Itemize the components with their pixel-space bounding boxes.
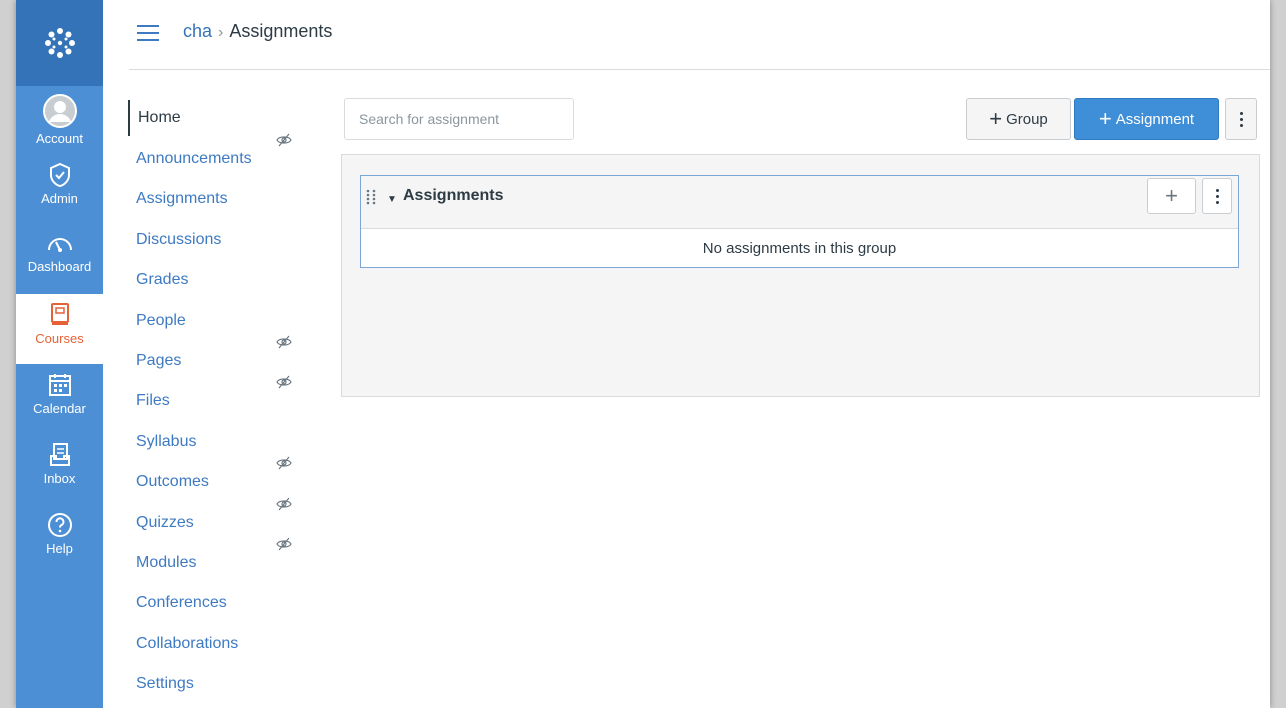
course-nav-syllabus[interactable]: Syllabus (128, 422, 328, 462)
course-nav-assignments[interactable]: Assignments (128, 179, 328, 219)
plus-icon: + (989, 106, 1003, 131)
add-assignment-label: Assignment (1115, 110, 1195, 128)
course-nav-label: Collaborations (136, 634, 239, 652)
group-settings-menu-button[interactable] (1202, 178, 1232, 214)
canvas-logo[interactable] (16, 0, 103, 86)
shield-icon (49, 162, 70, 188)
nav-account-label: Account (36, 131, 83, 146)
eye-slash-icon (276, 497, 292, 510)
nav-account[interactable]: Account (16, 86, 103, 154)
eye-slash-icon (276, 133, 292, 147)
course-nav-label: Quizzes (136, 513, 194, 531)
course-nav-label: Settings (136, 675, 194, 693)
canvas-logo-icon (44, 28, 75, 58)
nav-dashboard[interactable]: Dashboard (16, 224, 103, 294)
nav-calendar[interactable]: Calendar (16, 364, 103, 434)
course-nav-pages[interactable]: Pages (128, 335, 328, 381)
breadcrumb: cha › Assignments (183, 21, 332, 42)
global-nav: Account Admin Dashboard Courses Calendar… (16, 0, 103, 708)
search-input[interactable] (344, 98, 574, 140)
assignment-group-title: Assignments (403, 187, 504, 204)
nav-admin-label: Admin (41, 191, 78, 206)
course-nav-label: Syllabus (136, 432, 197, 450)
header-divider (129, 69, 1270, 70)
course-nav-collaborations[interactable]: Collaborations (128, 624, 328, 664)
nav-courses-label: Courses (35, 331, 84, 346)
course-nav-label: Outcomes (136, 473, 209, 491)
course-nav-label: Discussions (136, 230, 222, 248)
collapse-caret-icon[interactable]: ▼ (387, 194, 397, 205)
settings-menu-button[interactable] (1225, 98, 1257, 140)
calendar-icon (48, 374, 71, 396)
nav-inbox[interactable]: Inbox (16, 434, 103, 504)
nav-help-label: Help (46, 541, 73, 556)
add-assignment-button[interactable]: + Assignment (1074, 98, 1219, 140)
breadcrumb-separator: › (218, 24, 224, 41)
page-header: cha › Assignments (103, 0, 1270, 70)
avatar-icon (42, 94, 77, 128)
course-nav-discussions[interactable]: Discussions (128, 220, 328, 260)
course-nav-settings[interactable]: Settings (128, 664, 328, 704)
course-nav-people[interactable]: People (128, 301, 328, 341)
course-nav-label: People (136, 311, 186, 329)
breadcrumb-course-link[interactable]: cha (183, 21, 212, 41)
course-nav-grades[interactable]: Grades (128, 260, 328, 300)
empty-group-message: No assignments in this group (702, 240, 897, 257)
eye-slash-icon (276, 375, 292, 389)
course-nav-announcements[interactable]: Announcements (128, 133, 328, 179)
course-nav-label: Pages (136, 351, 182, 369)
book-icon (50, 303, 69, 325)
nav-inbox-label: Inbox (43, 471, 76, 486)
plus-icon: + (1098, 106, 1112, 131)
eye-slash-icon (276, 456, 292, 470)
nav-help[interactable]: Help (16, 504, 103, 574)
course-nav-conferences[interactable]: Conferences (128, 583, 328, 623)
course-nav-home[interactable]: Home (128, 100, 328, 136)
course-nav-label: Grades (136, 271, 189, 289)
plus-icon: + (1165, 183, 1178, 208)
course-nav: Home Announcements Assignments Discussions… (128, 100, 328, 704)
course-nav-outcomes[interactable]: Outcomes (128, 456, 328, 502)
course-nav-label: Assignments (136, 190, 228, 208)
speedometer-icon (47, 238, 72, 252)
add-group-button[interactable]: + Group (966, 98, 1071, 140)
nav-calendar-label: Calendar (33, 401, 86, 416)
add-assignment-to-group-button[interactable]: + (1147, 178, 1196, 214)
assignment-group-header[interactable]: ▼ Assignments + (361, 176, 1238, 229)
course-nav-label: Files (136, 392, 170, 410)
breadcrumb-current-page: Assignments (229, 21, 333, 41)
course-nav-label: Announcements (136, 150, 252, 167)
inbox-icon (49, 443, 70, 466)
course-nav-modules[interactable]: Modules (128, 537, 328, 583)
nav-courses[interactable]: Courses (16, 294, 103, 364)
help-icon (47, 513, 72, 537)
hamburger-menu-icon[interactable] (137, 25, 159, 41)
eye-slash-icon (276, 537, 292, 551)
drag-handle-icon[interactable] (365, 188, 377, 206)
nav-dashboard-label: Dashboard (27, 259, 92, 274)
kebab-icon (1215, 188, 1219, 204)
course-nav-label: Conferences (136, 594, 227, 612)
course-nav-files[interactable]: Files (128, 375, 328, 421)
course-nav-label: Modules (136, 553, 197, 571)
eye-slash-icon (276, 335, 292, 349)
app-window: Account Admin Dashboard Courses Calendar… (16, 0, 1270, 708)
add-group-label: Group (1006, 110, 1048, 128)
assignment-group: ▼ Assignments + No assignments in this g… (360, 175, 1239, 268)
course-nav-quizzes[interactable]: Quizzes (128, 497, 328, 543)
nav-admin[interactable]: Admin (16, 154, 103, 224)
kebab-icon (1239, 111, 1243, 127)
